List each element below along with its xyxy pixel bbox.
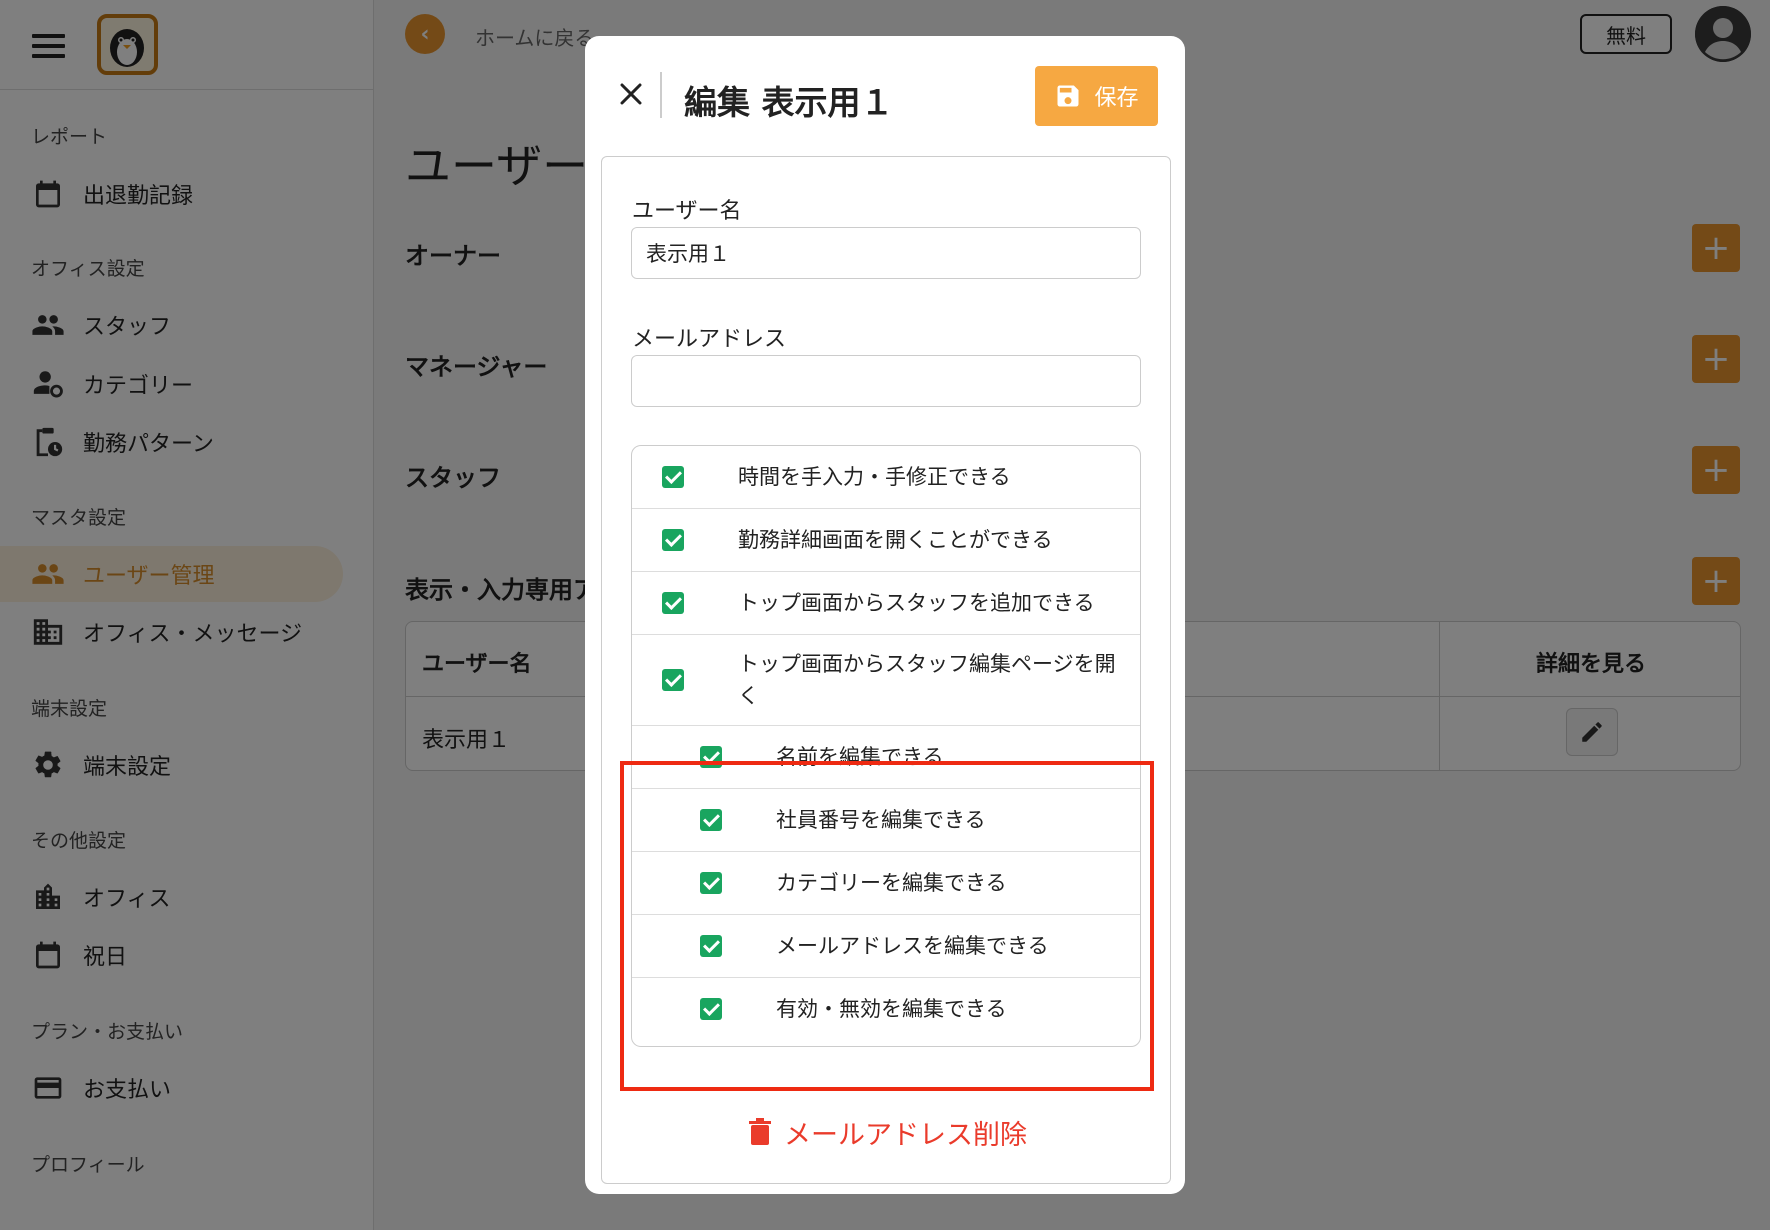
checkbox-checked[interactable] xyxy=(662,466,684,488)
checkbox-checked[interactable] xyxy=(662,529,684,551)
highlight-box xyxy=(620,761,1154,1091)
permission-label: 勤務詳細画面を開くことができる xyxy=(738,528,1053,552)
edit-form-card: ユーザー名 表示用１ メールアドレス 時間を手入力・手修正できる 勤務詳細画面を… xyxy=(601,156,1171,1184)
permission-row[interactable]: トップ画面からスタッフを追加できる xyxy=(632,572,1140,635)
save-button[interactable]: 保存 xyxy=(1035,66,1158,126)
username-input[interactable]: 表示用１ xyxy=(631,227,1141,279)
title-divider xyxy=(660,72,662,118)
permission-label: トップ画面からスタッフ編集ページを開く xyxy=(738,652,1116,708)
permission-row[interactable]: 時間を手入力・手修正できる xyxy=(632,446,1140,509)
checkbox-checked[interactable] xyxy=(662,592,684,614)
delete-email-button[interactable]: メールアドレス削除 xyxy=(748,1112,1027,1152)
modal-title: 編集 表示用１ xyxy=(684,83,894,122)
email-label: メールアドレス xyxy=(632,327,787,352)
username-label: ユーザー名 xyxy=(632,199,742,224)
close-button[interactable] xyxy=(615,78,647,110)
edit-user-modal: 編集 表示用１ 保存 ユーザー名 表示用１ メールアドレス 時間を手入力・手修正… xyxy=(585,36,1185,1194)
save-button-label: 保存 xyxy=(1094,86,1139,111)
delete-email-label: メールアドレス削除 xyxy=(784,1119,1027,1151)
permission-label: トップ画面からスタッフを追加できる xyxy=(738,591,1095,615)
permission-label: 時間を手入力・手修正できる xyxy=(738,465,1011,489)
close-icon xyxy=(620,83,642,105)
permission-row[interactable]: 勤務詳細画面を開くことができる xyxy=(632,509,1140,572)
floppy-disk-icon xyxy=(1054,82,1082,110)
email-input[interactable] xyxy=(631,355,1141,407)
checkbox-checked[interactable] xyxy=(662,669,684,691)
trash-icon xyxy=(748,1118,772,1146)
permission-row[interactable]: トップ画面からスタッフ編集ページを開く xyxy=(632,635,1140,726)
